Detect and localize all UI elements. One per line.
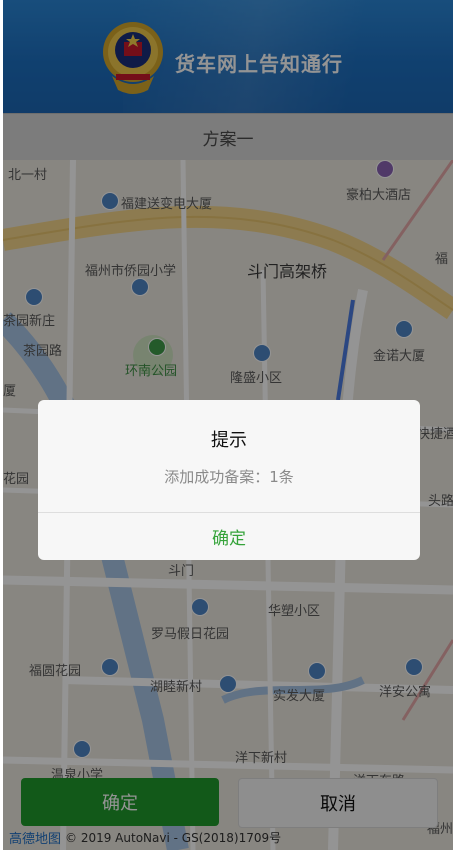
dialog-title: 提示: [211, 430, 247, 451]
dialog-message: 添加成功备案：1条: [164, 468, 294, 486]
alert-dialog: 提示 添加成功备案：1条 确定: [38, 400, 420, 560]
app-frame: 货车网上告知通行 方案一 北一村 福建送变电大厦 豪柏大酒店 福州市侨园小学 斗…: [3, 0, 453, 850]
dialog-ok-button[interactable]: 确定: [38, 513, 420, 560]
